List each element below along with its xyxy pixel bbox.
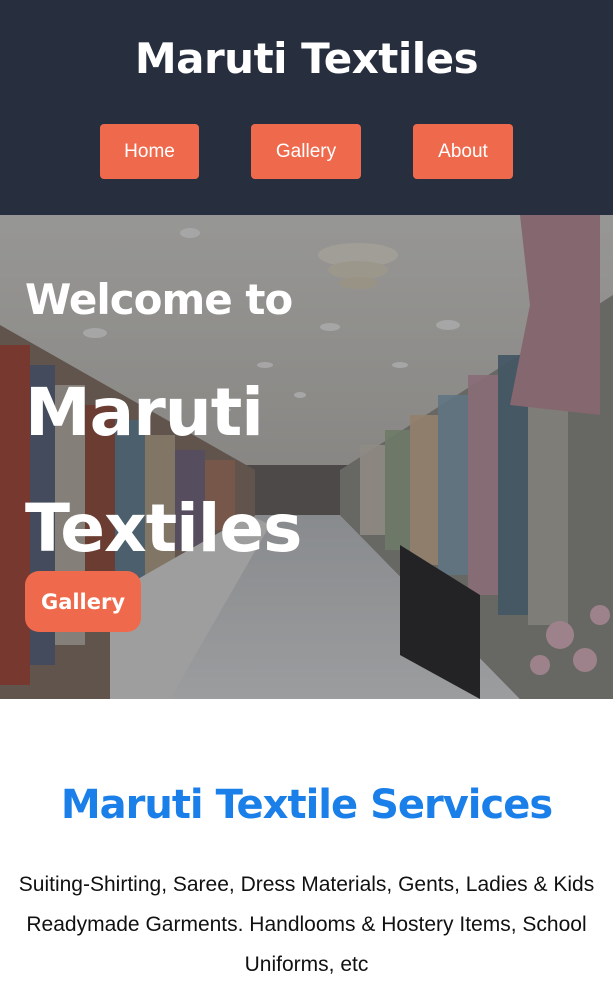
hero-section: Welcome to Maruti Textiles Gallery [0, 215, 613, 699]
nav-gallery-button[interactable]: Gallery [251, 124, 361, 179]
hero-gallery-button[interactable]: Gallery [25, 571, 141, 632]
services-title: Maruti Textile Services [60, 782, 553, 828]
hero-welcome-text: Welcome to [25, 275, 293, 324]
site-title: Maruti Textiles [134, 34, 479, 83]
hero-store-name: Maruti Textiles [25, 374, 302, 567]
services-description: Suiting-Shirting, Saree, Dress Materials… [18, 873, 595, 976]
site-header: Maruti Textiles Home Gallery About [0, 0, 613, 215]
nav-about-button[interactable]: About [413, 124, 513, 179]
nav-home-button[interactable]: Home [100, 124, 199, 179]
